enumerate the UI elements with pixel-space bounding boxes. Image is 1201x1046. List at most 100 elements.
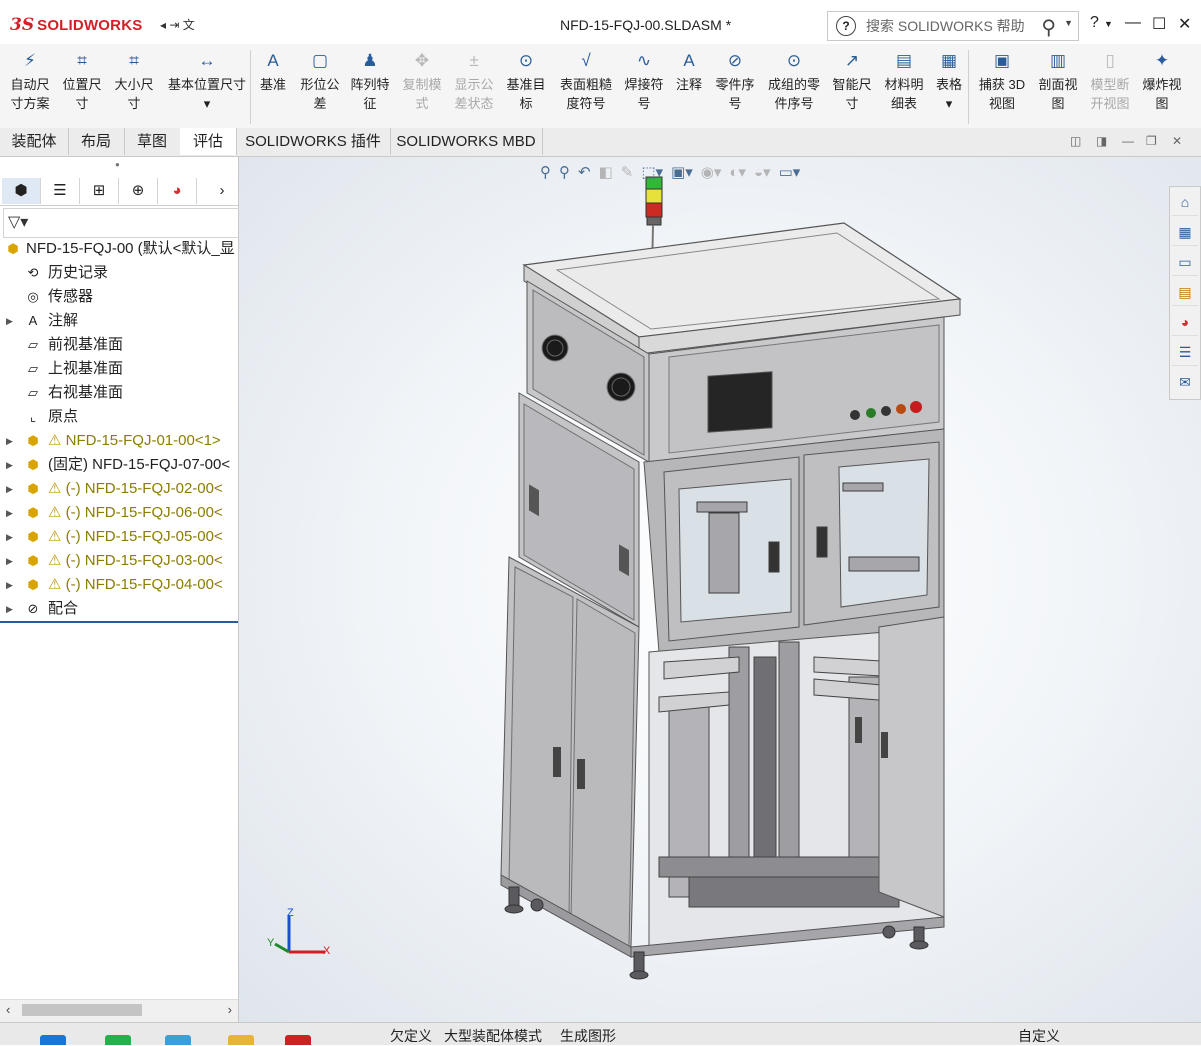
ribbon-button-0[interactable]: ⚡ 自动尺 寸方案 (8, 50, 52, 113)
displaymanager-tab-icon[interactable]: ◕ (158, 178, 197, 204)
ribbon-button-14[interactable]: ⊙ 成组的零 件序号 (764, 50, 824, 113)
ribbon-button-12[interactable]: A 注释 (672, 50, 706, 94)
expand-arrow-icon[interactable]: ▶ (6, 429, 13, 453)
scroll-thumb[interactable] (22, 1004, 142, 1016)
ribbon-button-4[interactable]: A 基准 (258, 50, 288, 94)
tree-item[interactable]: ▶ ⬢ ⚠ (-) NFD-15-FQJ-05-00< (0, 525, 238, 549)
tree-item[interactable]: ▶ ⬢ ⚠ (-) NFD-15-FQJ-04-00< (0, 573, 238, 597)
view-settings-icon[interactable]: ▭▾ (779, 163, 801, 181)
hide-show-items-icon[interactable]: ◉▾ (701, 163, 722, 181)
chevron-down-icon[interactable]: ▼ (1064, 18, 1073, 28)
dimxpert-tab-icon[interactable]: ⊕ (119, 178, 158, 204)
ribbon-button-11[interactable]: ∿ 焊接符号 (622, 50, 666, 113)
featuremanager-tab-icon[interactable]: ⬢ (2, 178, 41, 204)
design-library-icon[interactable]: ▦ (1172, 219, 1198, 246)
ribbon-button-9[interactable]: ⊙ 基准目标 (504, 50, 548, 113)
horizontal-scrollbar[interactable]: ‹ › (0, 999, 238, 1022)
view-palette-icon[interactable]: ▤ (1172, 279, 1198, 306)
expand-arrow-icon[interactable]: ▶ (6, 477, 13, 501)
ribbon-button-8[interactable]: ± 显示公 差状态 (452, 50, 496, 113)
expand-arrow-icon[interactable]: ▶ (6, 501, 13, 525)
ribbon-button-10[interactable]: √ 表面粗糙 度符号 (556, 50, 616, 113)
ribbon-button-5[interactable]: ▢ 形位公差 (298, 50, 342, 113)
section-view-toolbar-icon[interactable]: ◧ (599, 163, 613, 181)
ribbon-button-15[interactable]: ↗ 智能尺寸 (830, 50, 874, 113)
ribbon-button-17[interactable]: ▦ 表格 ▾ (934, 50, 964, 113)
expand-arrow-icon[interactable]: ▶ (6, 549, 13, 573)
expand-arrow-icon[interactable]: ▶ (6, 309, 13, 333)
search-box[interactable]: ? 搜索 SOLIDWORKS 帮助 ⚲ ▼ (827, 11, 1079, 41)
zoom-to-area-icon[interactable]: ⚲ (559, 163, 570, 181)
help-dropdown-icon[interactable]: ▼ (1104, 19, 1113, 29)
chevron-right-icon[interactable]: › (210, 178, 234, 204)
tree-item[interactable]: ▱ 前视基准面 (0, 333, 238, 357)
expand-arrow-icon[interactable]: ▶ (6, 453, 13, 477)
ribbon-button-18[interactable]: ▣ 捕获 3D 视图 (976, 50, 1028, 113)
pin-menu-button[interactable]: ◂ ⇥ 文 (160, 16, 195, 33)
forum-icon[interactable]: ✉ (1172, 369, 1198, 395)
dynamic-annotation-icon[interactable]: ✎ (621, 163, 634, 181)
custom-properties-icon[interactable]: ☰ (1172, 339, 1198, 366)
apply-scene-icon[interactable]: ◒▾ (754, 163, 771, 181)
tree-item[interactable]: ⌞ 原点 (0, 405, 238, 429)
home-icon[interactable]: ⌂ (1172, 189, 1198, 216)
panel-grip-icon[interactable]: ● (115, 160, 120, 169)
zoom-to-fit-icon[interactable]: ⚲ (540, 163, 551, 181)
ribbon-button-19[interactable]: ▥ 剖面视图 (1036, 50, 1080, 113)
tree-item[interactable]: ▶ ⬢ ⚠ (-) NFD-15-FQJ-03-00< (0, 549, 238, 573)
tab-3[interactable]: 评估 (180, 128, 237, 155)
tree-item[interactable]: ▶ ⬢ (固定) NFD-15-FQJ-07-00< (0, 453, 238, 477)
cabinet-model[interactable] (239, 157, 1201, 1022)
solidworks-logo[interactable]: 3S SOLIDWORKS (10, 10, 155, 40)
tree-item[interactable]: ▶ A 注解 (0, 309, 238, 333)
search-icon[interactable]: ⚲ (1041, 15, 1056, 40)
tab-5[interactable]: SOLIDWORKS MBD (390, 128, 543, 155)
tree-root-assembly[interactable]: ⬢ NFD-15-FQJ-00 (默认<默认_显 (0, 237, 238, 261)
scroll-right-icon[interactable]: › (228, 1002, 232, 1017)
ribbon-button-3[interactable]: ↔ 基本位置尺寸 ▾ (165, 50, 249, 113)
tab-0[interactable]: 装配体 (0, 128, 69, 155)
doc-close-button[interactable]: ✕ (1172, 134, 1182, 148)
expand-arrow-icon[interactable]: ▶ (6, 525, 13, 549)
file-explorer-icon[interactable]: ▭ (1172, 249, 1198, 276)
graphics-area[interactable]: Z Y X (239, 157, 1201, 1022)
tree-item[interactable]: ◎ 传感器 (0, 285, 238, 309)
tree-item[interactable]: ▱ 上视基准面 (0, 357, 238, 381)
view-orientation-icon[interactable]: ⬚▾ (641, 163, 663, 181)
appearances-icon[interactable]: ◕ (1172, 309, 1198, 336)
close-button[interactable]: ✕ (1178, 14, 1191, 34)
ribbon-button-7[interactable]: ✥ 复制模式 (400, 50, 444, 113)
ribbon-button-1[interactable]: ⌗ 位置尺寸 (60, 50, 104, 113)
ribbon-button-21[interactable]: ✦ 爆炸视图 (1140, 50, 1184, 113)
tab-1[interactable]: 布局 (68, 128, 125, 155)
tree-item[interactable]: ▱ 右视基准面 (0, 381, 238, 405)
ribbon-button-2[interactable]: ⌗ 大小尺寸 (112, 50, 156, 113)
scroll-left-icon[interactable]: ‹ (6, 1002, 10, 1017)
ribbon-button-13[interactable]: ⊘ 零件序号 (712, 50, 758, 113)
expand-arrow-icon[interactable]: ▶ (6, 597, 13, 621)
maximize-button[interactable]: ☐ (1152, 14, 1166, 34)
previous-view-icon[interactable]: ↶ (578, 163, 591, 181)
tree-item[interactable]: ▶ ⬢ ⚠ NFD-15-FQJ-01-00<1> (0, 429, 238, 453)
configurationmanager-tab-icon[interactable]: ⊞ (80, 178, 119, 204)
tree-item[interactable]: ▶ ⬢ ⚠ (-) NFD-15-FQJ-02-00< (0, 477, 238, 501)
display-style-icon[interactable]: ▣▾ (671, 163, 693, 181)
tab-4[interactable]: SOLIDWORKS 插件 (236, 128, 391, 155)
edit-appearance-icon[interactable]: ◐▾ (729, 163, 746, 181)
help-button[interactable]: ? (1090, 14, 1099, 32)
ribbon-button-16[interactable]: ▤ 材料明 细表 (882, 50, 926, 113)
ribbon-button-20[interactable]: ▯ 模型断 开视图 (1088, 50, 1132, 113)
doc-minimize-button[interactable]: — (1122, 134, 1134, 148)
doc-restore-button[interactable]: ❐ (1146, 134, 1157, 148)
expand-arrow-icon[interactable]: ▶ (6, 573, 13, 597)
tile-right-icon[interactable]: ◨ (1096, 134, 1107, 148)
ribbon-button-6[interactable]: ♟ 阵列特征 (348, 50, 392, 113)
status-custom[interactable]: 自定义 (1018, 1026, 1060, 1046)
tile-left-icon[interactable]: ◫ (1070, 134, 1081, 148)
tree-filter[interactable]: ▽▾ (3, 208, 241, 238)
tree-item[interactable]: ▶ ⊘ 配合 (0, 597, 238, 621)
propertymanager-tab-icon[interactable]: ☰ (41, 178, 80, 204)
tree-item[interactable]: ⟲ 历史记录 (0, 261, 238, 285)
minimize-button[interactable]: — (1125, 14, 1141, 32)
tree-item[interactable]: ▶ ⬢ ⚠ (-) NFD-15-FQJ-06-00< (0, 501, 238, 525)
